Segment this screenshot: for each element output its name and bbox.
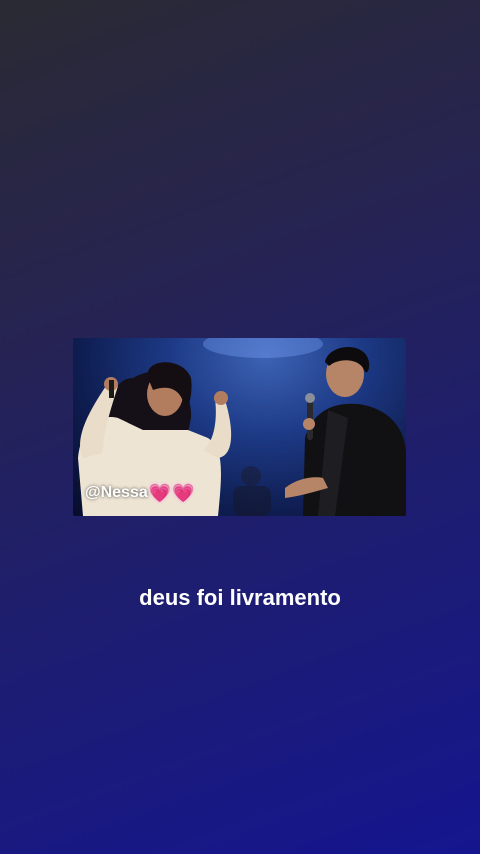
- video-frame[interactable]: @Nessa 💗 💗: [73, 338, 406, 516]
- heart-emoji: 💗: [148, 483, 172, 503]
- caption-text: deus foi livramento: [139, 585, 341, 610]
- background-musician: [233, 466, 271, 516]
- man-figure: [285, 346, 406, 516]
- creator-watermark: @Nessa 💗 💗: [85, 484, 195, 502]
- stage-light: [203, 338, 323, 358]
- heart-emoji: 💗: [172, 483, 195, 503]
- watermark-text: @Nessa: [85, 484, 148, 501]
